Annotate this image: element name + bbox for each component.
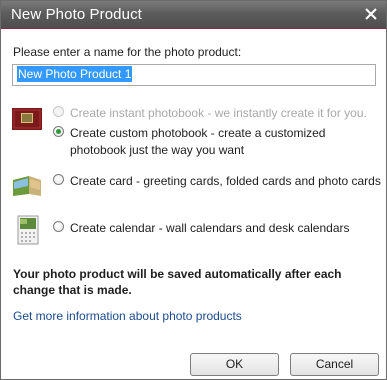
photobook-icon	[12, 108, 42, 130]
dialog-title: New Photo Product	[11, 6, 142, 23]
ok-button[interactable]: OK	[190, 353, 279, 376]
card-label: Create card - greeting cards, folded car…	[70, 174, 381, 188]
card-icon	[13, 176, 41, 196]
new-photo-product-dialog: New Photo Product Please enter a name fo…	[0, 0, 387, 380]
close-icon[interactable]	[364, 7, 378, 21]
title-bar: New Photo Product	[1, 1, 386, 29]
custom-photobook-label-line1: Create custom photobook - create a custo…	[70, 126, 326, 140]
product-name-input[interactable]: New Photo Product 1	[12, 64, 376, 86]
name-prompt-label: Please enter a name for the photo produc…	[13, 45, 242, 59]
calendar-label: Create calendar - wall calendars and des…	[70, 221, 350, 235]
cancel-button[interactable]: Cancel	[290, 353, 379, 376]
calendar-radio[interactable]	[53, 221, 64, 232]
custom-photobook-radio[interactable]	[53, 126, 64, 137]
more-info-link[interactable]: Get more information about photo product…	[13, 309, 242, 323]
custom-photobook-label-line2: photobook just the way you want	[70, 143, 245, 157]
calendar-icon	[17, 215, 39, 245]
autosave-info: Your photo product will be saved automat…	[13, 267, 342, 297]
card-radio[interactable]	[53, 174, 64, 185]
instant-photobook-radio[interactable]	[53, 106, 64, 117]
selected-text: New Photo Product 1	[17, 66, 133, 82]
instant-photobook-label: Create instant photobook - we instantly …	[70, 106, 367, 120]
